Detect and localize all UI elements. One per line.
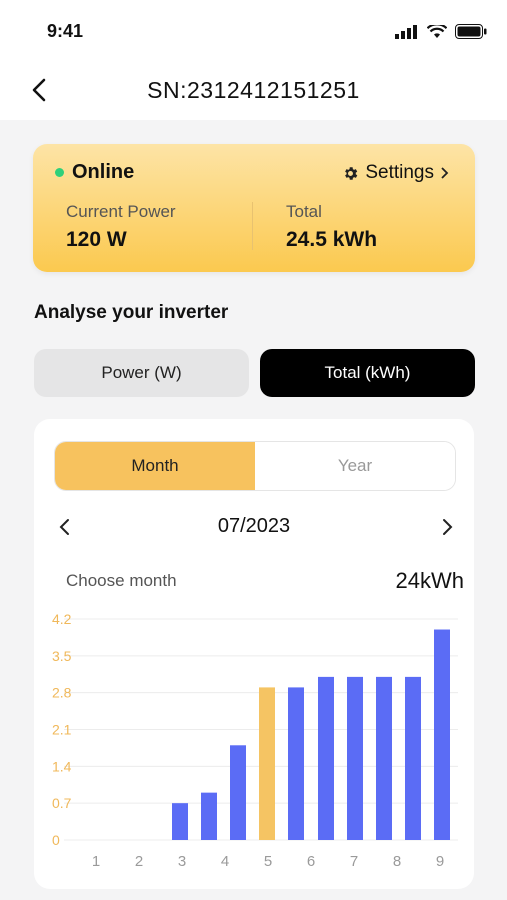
y-tick-label: 0.7: [52, 795, 72, 811]
wifi-icon: [427, 24, 447, 38]
total-value: 24.5 kWh: [286, 228, 378, 251]
gear-icon: [345, 166, 358, 180]
period-year[interactable]: Year: [255, 442, 455, 490]
inverter-summary-card: Online Settings Current Power 120 W Tota…: [33, 144, 475, 272]
bar[interactable]: [318, 676, 334, 840]
period-month[interactable]: Month: [55, 442, 255, 490]
x-tick-label: 8: [393, 853, 401, 870]
bar[interactable]: [376, 676, 392, 840]
y-tick-label: 1.4: [52, 758, 72, 774]
month-date: 07/2023: [217, 515, 291, 537]
y-tick-label: 3.5: [52, 648, 72, 664]
current-power-value: 120 W: [66, 228, 127, 251]
next-month-icon[interactable]: [432, 512, 462, 542]
signal-icon: [395, 24, 417, 39]
bar[interactable]: [347, 676, 363, 840]
current-power-label: Current Power: [66, 202, 176, 221]
chart-card: Month Year 07/2023 Choose month 24kWh 00…: [34, 419, 474, 889]
choose-month-label: Choose month: [66, 571, 177, 590]
x-tick-label: 4: [221, 853, 229, 870]
status-label: Online: [72, 161, 135, 183]
y-tick-label: 2.1: [52, 722, 72, 738]
bar[interactable]: [201, 792, 217, 840]
x-tick-label: 7: [350, 853, 358, 870]
y-tick-label: 0: [52, 832, 60, 848]
energy-bar-chart: 0 0.7 1.4 2.1 2.8 3.5 4.2 1 2 3 4 5 6 7 8 9: [52, 611, 458, 870]
x-tick-label: 2: [135, 853, 143, 870]
status-dot: [55, 168, 64, 177]
tab-total[interactable]: Total (kWh): [260, 349, 475, 397]
x-tick-label: 3: [178, 853, 186, 870]
total-stat: Total 24.5 kWh: [286, 202, 377, 252]
status-bar: 9:41: [0, 0, 507, 62]
month-total: 24kWh: [395, 568, 464, 593]
y-tick-label: 2.8: [52, 685, 72, 701]
x-tick-label: 9: [436, 853, 444, 870]
x-tick-label: 6: [307, 853, 315, 870]
status-icons: [395, 24, 487, 39]
bar[interactable]: [434, 629, 450, 840]
x-tick-label: 1: [92, 853, 100, 870]
current-power-stat: Current Power 120 W: [66, 202, 176, 252]
nav-bar: SN:2312412151251: [0, 62, 507, 120]
online-status: Online: [55, 161, 134, 184]
y-tick-label: 4.2: [52, 611, 72, 627]
x-tick-label: 5: [264, 853, 272, 870]
chevron-right-icon: [441, 167, 449, 179]
bar-selected[interactable]: [259, 687, 275, 840]
analyse-title: Analyse your inverter: [34, 302, 229, 323]
bar[interactable]: [230, 745, 246, 840]
battery-icon: [455, 24, 487, 39]
page-title: SN:2312412151251: [147, 77, 360, 103]
bar[interactable]: [288, 687, 304, 840]
bar[interactable]: [405, 676, 421, 840]
status-time: 9:41: [47, 21, 84, 41]
bar[interactable]: [172, 803, 188, 840]
tab-power[interactable]: Power (W): [34, 349, 249, 397]
period-segment: Month Year: [54, 441, 456, 491]
settings-label: Settings: [365, 162, 434, 183]
settings-link[interactable]: Settings: [342, 162, 450, 184]
total-label: Total: [286, 202, 322, 221]
stat-divider: [252, 202, 253, 250]
